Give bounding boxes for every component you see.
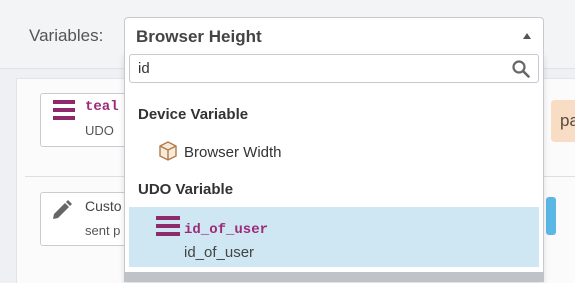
- option-subtitle: id_of_user: [184, 244, 255, 261]
- variables-label: Variables:: [29, 26, 104, 45]
- option-label: Browser Width: [184, 144, 282, 161]
- group-header-udo: UDO Variable: [138, 181, 234, 198]
- custom-card-subtitle: sent p: [85, 223, 121, 238]
- status-badge: pa: [551, 100, 575, 142]
- cube-icon: [156, 139, 180, 168]
- dropdown-scrollbar[interactable]: [124, 272, 544, 282]
- udo-card-subtitle: UDO: [85, 123, 114, 138]
- pencil-icon: [51, 198, 73, 225]
- search-box[interactable]: [129, 54, 539, 83]
- search-input[interactable]: [138, 58, 498, 79]
- selected-variable: Browser Height: [136, 27, 262, 46]
- udo-stack-icon: [156, 216, 180, 241]
- variables-select[interactable]: Browser Height: [124, 17, 544, 54]
- group-header-device: Device Variable: [138, 106, 249, 123]
- option-title: id_of_user: [184, 222, 269, 238]
- caret-up-icon[interactable]: [523, 33, 531, 39]
- action-button-edge[interactable]: [546, 197, 556, 235]
- option-browser-width[interactable]: Browser Width: [129, 133, 539, 171]
- custom-card-title: Custo: [85, 198, 122, 214]
- udo-stack-icon: [53, 100, 75, 125]
- variables-dropdown: Device Variable Browser Width UDO Variab…: [124, 53, 544, 282]
- search-icon[interactable]: [512, 60, 530, 83]
- udo-card-title: teal: [85, 99, 119, 115]
- option-id-of-user[interactable]: id_of_user id_of_user: [129, 207, 539, 267]
